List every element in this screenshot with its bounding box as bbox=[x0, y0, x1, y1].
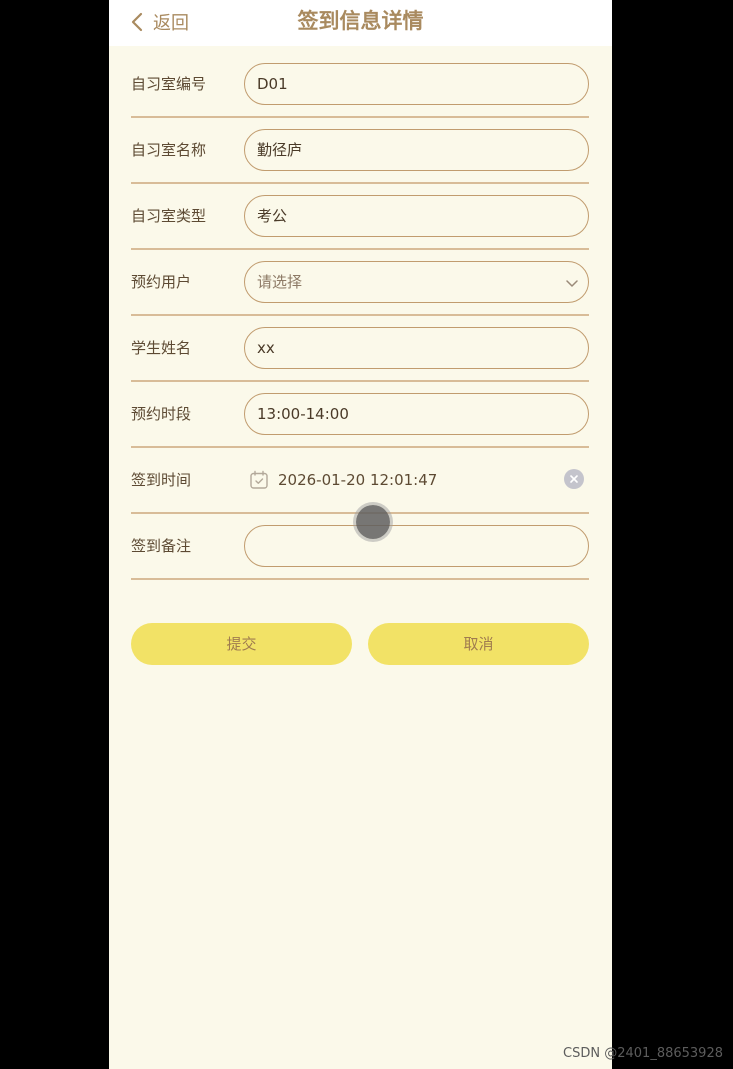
cancel-button[interactable]: 取消 bbox=[368, 623, 589, 665]
time-slot-label: 预约时段 bbox=[131, 405, 192, 423]
form-row-room-type: 自习室类型 考公 bbox=[131, 184, 589, 250]
submit-button[interactable]: 提交 bbox=[131, 623, 352, 665]
room-type-field[interactable]: 考公 bbox=[244, 195, 589, 237]
form-row-checkin-time: 签到时间 2026-01-20 12:01:47 bbox=[131, 448, 589, 514]
room-name-field[interactable]: 勤径庐 bbox=[244, 129, 589, 171]
time-slot-field[interactable]: 13:00-14:00 bbox=[244, 393, 589, 435]
reserve-user-label: 预约用户 bbox=[131, 273, 192, 291]
form-row-room-number: 自习室编号 D01 bbox=[131, 52, 589, 118]
touch-indicator bbox=[356, 505, 390, 539]
room-number-field[interactable]: D01 bbox=[244, 63, 589, 105]
form-row-room-name: 自习室名称 勤径庐 bbox=[131, 118, 589, 184]
watermark: CSDN @2401_88653928 bbox=[563, 1046, 723, 1061]
form-row-student-name: 学生姓名 xx bbox=[131, 316, 589, 382]
form-actions: 提交 取消 bbox=[131, 623, 589, 665]
room-name-label: 自习室名称 bbox=[131, 141, 207, 159]
chevron-down-icon bbox=[566, 280, 578, 287]
checkin-remark-field[interactable] bbox=[244, 525, 589, 567]
checkin-form: 自习室编号 D01 自习室名称 勤径庐 自习室类型 考公 预约用户 请选择 学生… bbox=[131, 52, 589, 580]
clear-time-button[interactable] bbox=[564, 469, 584, 489]
checkin-remark-label: 签到备注 bbox=[131, 537, 192, 555]
page-title: 签到信息详情 bbox=[297, 9, 424, 33]
student-name-label: 学生姓名 bbox=[131, 339, 192, 357]
checkin-time-label: 签到时间 bbox=[131, 471, 192, 489]
student-name-field[interactable]: xx bbox=[244, 327, 589, 369]
calendar-icon bbox=[250, 470, 268, 489]
form-row-reserve-user: 预约用户 请选择 bbox=[131, 250, 589, 316]
top-bar: 返回 签到信息详情 bbox=[109, 0, 612, 46]
checkin-time-value: 2026-01-20 12:01:47 bbox=[278, 471, 438, 489]
reserve-user-placeholder: 请选择 bbox=[257, 273, 303, 291]
checkin-time-picker[interactable]: 2026-01-20 12:01:47 bbox=[249, 448, 437, 512]
form-row-time-slot: 预约时段 13:00-14:00 bbox=[131, 382, 589, 448]
phone-screen: 返回 签到信息详情 自习室编号 D01 自习室名称 勤径庐 自习室类型 考公 预… bbox=[109, 0, 612, 1069]
room-number-label: 自习室编号 bbox=[131, 75, 207, 93]
close-icon bbox=[570, 475, 578, 483]
room-type-label: 自习室类型 bbox=[131, 207, 207, 225]
reserve-user-select[interactable]: 请选择 bbox=[244, 261, 589, 303]
